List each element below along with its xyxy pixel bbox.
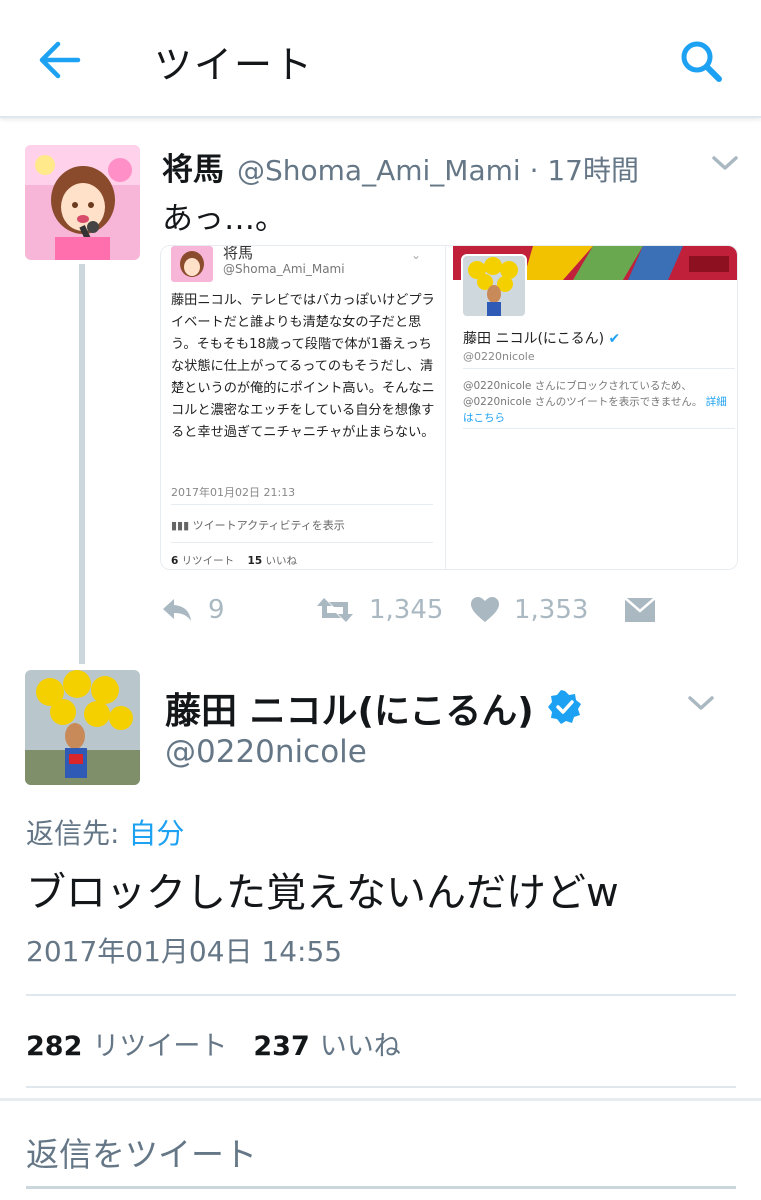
- section-separator: [0, 1098, 761, 1101]
- retweet-label: リツイート: [92, 1031, 228, 1062]
- divider: [171, 504, 433, 505]
- back-arrow-icon[interactable]: [36, 38, 84, 82]
- reply-icon: [163, 599, 191, 621]
- direct-message-button[interactable]: [624, 590, 656, 630]
- tweet-text: ブロックした覚えないんだけどw: [26, 870, 619, 916]
- retweet-icon: [317, 598, 353, 622]
- screenshot-retweet-count: 6: [171, 555, 179, 567]
- like-button[interactable]: 1,353: [470, 590, 588, 630]
- reply-count: 9: [208, 595, 225, 625]
- avatar: [171, 246, 213, 282]
- screenshot-author-name: 将馬: [223, 245, 254, 262]
- reply-to-link[interactable]: 自分: [128, 817, 184, 850]
- screenshot-timestamp: 2017年01月02日 21:13: [171, 486, 296, 499]
- like-count: 1,353: [514, 595, 589, 625]
- avatar[interactable]: [25, 670, 140, 785]
- reply-input-underline: [26, 1186, 736, 1189]
- envelope-icon: [624, 597, 656, 622]
- screenshot-like-label: いいね: [265, 555, 297, 567]
- tweet-media[interactable]: 将馬 @Shoma_Ami_Mami ⌄ 藤田ニコル、テレビではバカっぽいけどプ…: [160, 245, 738, 570]
- screenshot-profile: 藤田 ニコル(にこるん) ✔ @0220nicole @0220nicole さ…: [453, 246, 737, 569]
- verified-badge-icon: ✔: [608, 331, 621, 347]
- tweet-timestamp: 2017年01月04日 14:55: [26, 935, 343, 968]
- author-handle-time: @Shoma_Ami_Mami · 17時間: [237, 154, 639, 187]
- chevron-down-icon[interactable]: [708, 150, 742, 176]
- author-handle[interactable]: @0220nicole: [165, 734, 367, 770]
- divider: [26, 1086, 736, 1088]
- chevron-down-icon: ⌄: [411, 248, 422, 262]
- screenshot-profile-name: 藤田 ニコル(にこるん) ✔: [463, 328, 620, 348]
- thread-connector-line: [79, 264, 85, 664]
- author-name[interactable]: 藤田 ニコル(にこるん): [165, 682, 534, 734]
- bar-chart-icon: ▮▮▮: [171, 519, 190, 532]
- search-icon[interactable]: [676, 36, 726, 86]
- screenshot-tweet: 将馬 @Shoma_Ami_Mami ⌄ 藤田ニコル、テレビではバカっぽいけどプ…: [161, 245, 446, 569]
- tweet-actions: 9 1,345 1,353: [160, 590, 680, 630]
- screenshot-profile-name-text: 藤田 ニコル(にこるん): [463, 331, 605, 347]
- screenshot-like-count: 15: [247, 555, 263, 567]
- like-stat[interactable]: 237 いいね: [253, 1024, 400, 1063]
- screenshot-tweet-text: 藤田ニコル、テレビではバカっぽいけどプライベートだと誰よりも清楚な女の子だと思う…: [171, 293, 435, 440]
- divider: [26, 994, 736, 996]
- avatar[interactable]: [25, 145, 140, 260]
- retweet-count: 1,345: [369, 595, 444, 625]
- retweet-button[interactable]: 1,345: [315, 590, 443, 630]
- tweet-stats: 282 リツイート 237 いいね: [26, 1024, 427, 1063]
- like-label: いいね: [319, 1031, 401, 1062]
- screenshot-activity: ▮▮▮ ツイートアクティビティを表示: [171, 517, 345, 533]
- blocked-text: @0220nicole さんにブロックされているため、@0220nicole さ…: [463, 380, 703, 408]
- blocked-notice: @0220nicole さんにブロックされているため、@0220nicole さ…: [463, 378, 735, 426]
- retweet-stat[interactable]: 282 リツイート: [26, 1024, 227, 1063]
- divider: [463, 368, 735, 369]
- reply-button[interactable]: 9: [160, 590, 225, 630]
- divider: [171, 542, 433, 543]
- screenshot-counts: 6 リツイート 15 いいね: [171, 553, 297, 568]
- like-count: 237: [253, 1031, 310, 1062]
- reply-to-line: 返信先: 自分: [26, 812, 184, 852]
- chevron-down-icon[interactable]: [684, 690, 718, 716]
- screenshot-retweet-label: リツイート: [181, 555, 235, 567]
- screenshot-author-handle: @Shoma_Ami_Mami: [223, 262, 345, 276]
- verified-badge-icon: [548, 690, 582, 724]
- retweet-count: 282: [26, 1031, 83, 1062]
- screenshot-profile-handle: @0220nicole: [463, 350, 535, 363]
- activity-label: ツイートアクティビティを表示: [192, 519, 345, 532]
- page-title: ツイート: [154, 43, 315, 87]
- divider: [463, 428, 735, 429]
- avatar: [461, 254, 527, 318]
- reply-input[interactable]: 返信をツイート: [26, 1128, 257, 1176]
- top-bar: ツイート: [0, 0, 761, 118]
- author-name[interactable]: 将馬: [162, 144, 224, 189]
- tweet-text: あっ…。: [162, 201, 286, 237]
- reply-to-label: 返信先:: [26, 817, 120, 850]
- heart-icon: [471, 597, 499, 622]
